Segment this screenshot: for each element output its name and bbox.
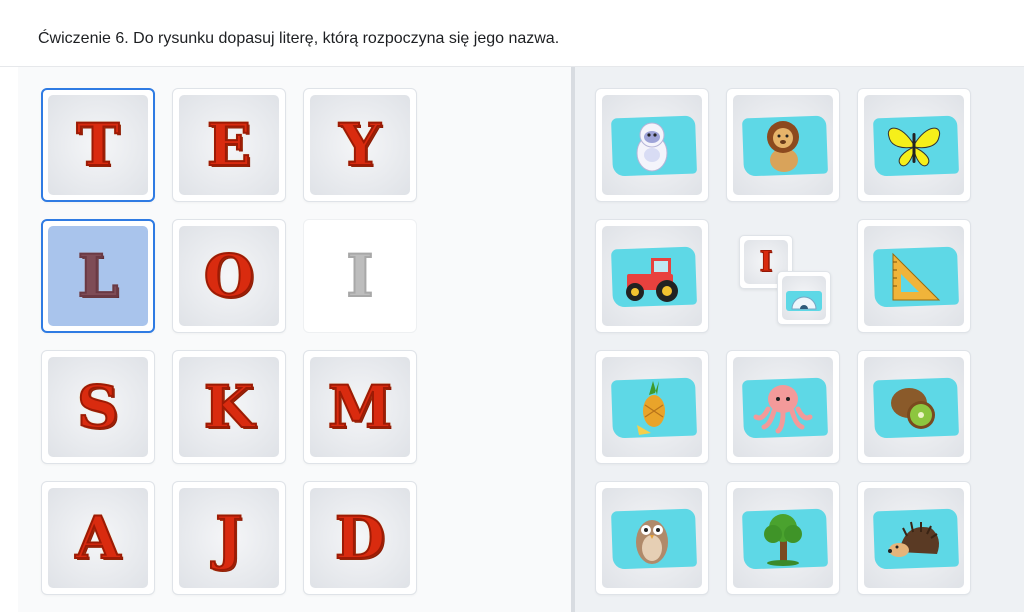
letter-tile: K bbox=[179, 357, 279, 457]
letter-d: D bbox=[334, 504, 386, 572]
igloo-icon bbox=[784, 283, 824, 313]
letter-tile: D bbox=[310, 488, 410, 588]
picture-tile bbox=[733, 357, 833, 457]
lion-icon bbox=[748, 115, 818, 175]
letter-card-j[interactable]: J bbox=[172, 481, 286, 595]
letter-tile: J bbox=[179, 488, 279, 588]
kiwi-icon bbox=[879, 377, 949, 437]
yeti-icon bbox=[617, 115, 687, 175]
letter-card-o[interactable]: O bbox=[172, 219, 286, 333]
letter-tile: O bbox=[179, 226, 279, 326]
letter-card-l[interactable]: L bbox=[41, 219, 155, 333]
letter-i: I bbox=[345, 242, 374, 310]
picture-card-kiwi[interactable] bbox=[857, 350, 971, 464]
letter-m: M bbox=[327, 373, 393, 441]
picture-tile bbox=[864, 357, 964, 457]
letter-card-a[interactable]: A bbox=[41, 481, 155, 595]
letter-t: T bbox=[75, 111, 120, 179]
picture-tile bbox=[864, 226, 964, 326]
letter-tile: A bbox=[48, 488, 148, 588]
picture-card-set-square[interactable] bbox=[857, 219, 971, 333]
letter-j: J bbox=[214, 504, 243, 572]
letter-tile: E bbox=[179, 95, 279, 195]
picture-card-hedgehog[interactable] bbox=[857, 481, 971, 595]
butterfly-icon bbox=[879, 115, 949, 175]
exercise-instruction: Ćwiczenie 6. Do rysunku dopasuj literę, … bbox=[38, 30, 560, 47]
letter-l: L bbox=[77, 242, 120, 310]
letter-y: Y bbox=[338, 111, 381, 179]
letter-tile: L bbox=[48, 226, 148, 326]
letter-tile: S bbox=[48, 357, 148, 457]
set-square-icon bbox=[879, 246, 949, 306]
letter-tile: Y bbox=[310, 95, 410, 195]
hedgehog-icon bbox=[879, 508, 949, 568]
pictures-panel: I bbox=[575, 67, 1024, 612]
letter-tile: M bbox=[310, 357, 410, 457]
letter-card-d[interactable]: D bbox=[303, 481, 417, 595]
letter-k: K bbox=[203, 373, 255, 441]
picture-tile bbox=[602, 95, 702, 195]
tractor-icon bbox=[617, 246, 687, 306]
matched-letter-i: I bbox=[759, 245, 773, 278]
letters-panel: T E Y L O I S K M A J D bbox=[18, 67, 571, 612]
pineapple-icon bbox=[617, 377, 687, 437]
letter-card-y[interactable]: Y bbox=[303, 88, 417, 202]
letter-card-i: I bbox=[303, 219, 417, 333]
letter-tile: I bbox=[310, 226, 410, 326]
owl-icon bbox=[617, 508, 687, 568]
octopus-icon bbox=[748, 377, 818, 437]
letter-tile: T bbox=[48, 95, 148, 195]
picture-card-octopus[interactable] bbox=[726, 350, 840, 464]
picture-card-yeti[interactable] bbox=[595, 88, 709, 202]
picture-tile bbox=[733, 95, 833, 195]
picture-card-igloo[interactable] bbox=[777, 271, 831, 325]
letter-s: S bbox=[76, 373, 120, 441]
picture-card-pineapple[interactable] bbox=[595, 350, 709, 464]
letter-e: E bbox=[206, 111, 252, 179]
letter-card-t[interactable]: T bbox=[41, 88, 155, 202]
picture-card-lion[interactable] bbox=[726, 88, 840, 202]
letter-o: O bbox=[203, 242, 256, 310]
letter-card-k[interactable]: K bbox=[172, 350, 286, 464]
picture-card-tree[interactable] bbox=[726, 481, 840, 595]
picture-tile bbox=[733, 488, 833, 588]
letter-a: A bbox=[74, 504, 121, 572]
letter-card-s[interactable]: S bbox=[41, 350, 155, 464]
picture-card-tractor[interactable] bbox=[595, 219, 709, 333]
tree-icon bbox=[748, 508, 818, 568]
picture-tile bbox=[602, 488, 702, 588]
picture-tile bbox=[602, 226, 702, 326]
letter-card-m[interactable]: M bbox=[303, 350, 417, 464]
picture-tile bbox=[864, 488, 964, 588]
picture-card-butterfly[interactable] bbox=[857, 88, 971, 202]
picture-tile bbox=[602, 357, 702, 457]
header: Ćwiczenie 6. Do rysunku dopasuj literę, … bbox=[0, 0, 1024, 67]
letter-card-e[interactable]: E bbox=[172, 88, 286, 202]
picture-tile bbox=[782, 276, 826, 320]
picture-tile bbox=[864, 95, 964, 195]
picture-card-owl[interactable] bbox=[595, 481, 709, 595]
